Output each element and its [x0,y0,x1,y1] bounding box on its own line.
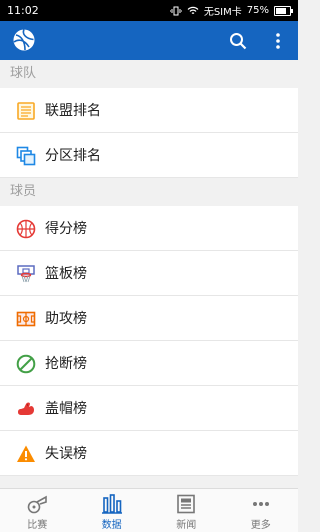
search-icon [229,32,246,49]
hoop-icon [17,265,35,283]
more-horiz-icon [252,502,269,506]
battery-fill [276,7,286,14]
newspaper-icon [177,494,196,514]
row-steals-leaders[interactable]: 抢断榜 [0,341,298,386]
wifi-icon [187,6,199,14]
row-league-standings[interactable]: 联盟排名 [0,88,298,133]
status-time: 11:02 [7,4,39,17]
status-bar: 11:02 无SIM卡 75% [0,0,298,21]
list-icon [17,102,35,120]
tab-label: 新闻 [176,520,197,531]
bar-chart-icon [101,494,122,514]
court-icon [16,311,36,327]
row-label: 抢断榜 [45,356,87,372]
tab-label: 更多 [250,520,271,531]
basketball-icon [16,219,36,239]
row-label: 盖帽榜 [45,401,87,417]
section-header-team: 球队 [0,60,298,88]
muscle-arm-icon [18,402,34,415]
section-header-player: 球员 [0,178,298,206]
tab-label: 数据 [101,520,122,531]
more-options-button[interactable] [264,27,291,54]
app-bar [0,21,298,60]
row-points-leaders[interactable]: 得分榜 [0,206,298,251]
row-turnovers-leaders[interactable]: 失误榜 [0,431,298,476]
warning-icon [17,445,35,462]
tab-data[interactable]: 数据 [75,489,150,532]
more-vert-icon [275,32,280,49]
row-label: 联盟排名 [45,103,101,119]
bottom-nav: 比赛 数据 新闻 更多 [0,488,298,532]
tab-label: 比赛 [27,520,48,531]
row-assists-leaders[interactable]: 助攻榜 [0,296,298,341]
basketball-logo-icon[interactable] [12,28,36,52]
row-label: 篮板榜 [45,266,87,282]
vibrate-icon [169,6,182,15]
row-label: 助攻榜 [45,311,87,327]
no-entry-icon [16,354,36,374]
row-blocks-leaders[interactable]: 盖帽榜 [0,386,298,431]
status-right: 无SIM卡 75% [169,3,293,18]
tab-news[interactable]: 新闻 [149,489,224,532]
search-button[interactable] [224,27,251,54]
row-label: 失误榜 [45,446,87,462]
content-list: 球队 联盟排名 分区排名 球员 得分榜 篮板榜 助攻榜 抢断榜 盖帽榜 失误榜 [0,60,298,476]
carrier-text: 无SIM卡 [203,7,242,18]
tab-games[interactable]: 比赛 [0,489,75,532]
battery-text: 75% [246,5,269,16]
row-label: 得分榜 [45,221,87,237]
row-division-standings[interactable]: 分区排名 [0,133,298,178]
row-rebounds-leaders[interactable]: 篮板榜 [0,251,298,296]
whistle-icon [27,495,48,514]
row-label: 分区排名 [45,148,101,164]
layers-icon [16,146,36,166]
tab-more[interactable]: 更多 [224,489,299,532]
battery-icon [274,5,293,16]
